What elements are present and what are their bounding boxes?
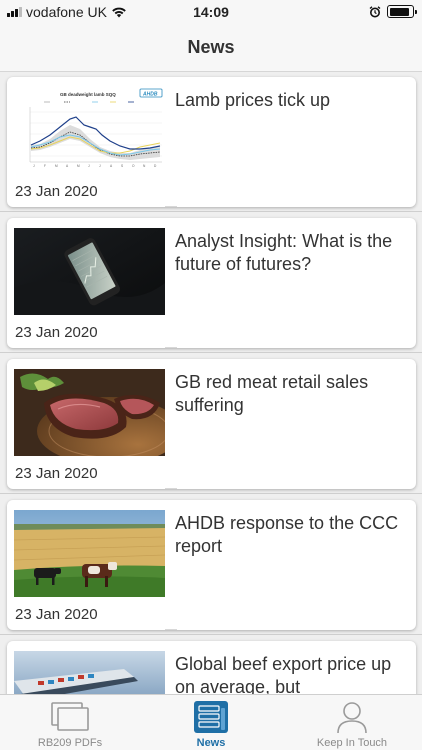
news-icon	[194, 701, 228, 733]
article-headline[interactable]: Lamb prices tick up	[175, 89, 407, 112]
news-card[interactable]: Analyst Insight: What is the future of f…	[7, 218, 416, 348]
news-card[interactable]: AHDB response to the CCC report 23 Jan 2…	[7, 500, 416, 630]
chart-thumbnail: GB deadweight lamb SQQ AHDB J F M A M J …	[14, 87, 165, 174]
article-headline[interactable]: Global beef export price up on average, …	[175, 653, 407, 694]
status-right	[369, 5, 417, 18]
article-headline[interactable]: Analyst Insight: What is the future of f…	[175, 230, 407, 276]
article-date: 23 Jan 2020	[15, 183, 98, 200]
row-separator	[0, 493, 422, 494]
news-card[interactable]: GB red meat retail sales suffering 23 Ja…	[7, 359, 416, 489]
svg-text:F: F	[44, 164, 46, 168]
thumb-brand: AHDB	[142, 92, 158, 98]
person-icon	[337, 702, 367, 734]
svg-text:S: S	[121, 164, 123, 168]
tab-label: News	[196, 737, 226, 749]
article-date: 23 Jan 2020	[15, 324, 98, 341]
svg-text:M: M	[77, 164, 80, 168]
documents-icon	[51, 702, 89, 731]
ship-photo	[14, 651, 165, 694]
tab-label: Keep In Touch	[316, 737, 388, 749]
article-headline[interactable]: GB red meat retail sales suffering	[175, 371, 407, 417]
article-date: 23 Jan 2020	[15, 465, 98, 482]
cattle-field-photo	[14, 510, 165, 597]
tab-bar: RB209 PDFs News Keep In Touch	[0, 694, 422, 750]
news-card[interactable]: GB deadweight lamb SQQ AHDB J F M A M J …	[7, 77, 416, 207]
alarm-icon	[369, 5, 381, 17]
thumb-chart-title: GB deadweight lamb SQQ	[60, 92, 116, 97]
svg-text:M: M	[55, 164, 58, 168]
tab-label: RB209 PDFs	[37, 737, 103, 749]
news-card[interactable]: Global beef export price up on average, …	[7, 641, 416, 694]
tab-keep-in-touch[interactable]: Keep In Touch	[282, 695, 422, 750]
navigation-bar: News	[0, 24, 422, 72]
article-headline[interactable]: AHDB response to the CCC report	[175, 512, 407, 558]
status-bar: vodafone UK 14:09	[0, 0, 422, 24]
article-date: 23 Jan 2020	[15, 606, 98, 623]
page-title: News	[187, 37, 235, 57]
row-separator	[0, 352, 422, 353]
battery-icon	[387, 5, 417, 18]
row-separator	[0, 211, 422, 212]
row-separator	[0, 634, 422, 635]
clock: 14:09	[193, 4, 229, 20]
phone-photo	[14, 228, 165, 315]
roast-beef-photo	[14, 369, 165, 456]
tab-news[interactable]: News	[141, 695, 281, 750]
tab-rb209-pdfs[interactable]: RB209 PDFs	[0, 695, 140, 750]
news-feed[interactable]: GB deadweight lamb SQQ AHDB J F M A M J …	[0, 72, 422, 694]
